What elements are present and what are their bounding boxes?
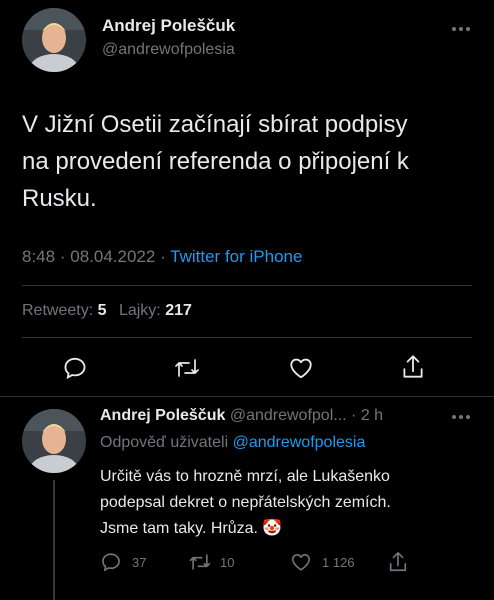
reply-count: 37 <box>132 554 147 570</box>
tweet-text: V Jižní Osetii začínají sbírat podpisy n… <box>22 106 482 217</box>
share-button[interactable] <box>400 353 426 381</box>
replying-to: Odpověď uživateli @andrewofpolesia <box>100 434 365 452</box>
likes-label[interactable]: Lajky: <box>119 302 161 319</box>
clown-emoji: 🤡 <box>262 520 283 537</box>
reply-retweet-button[interactable]: 10 <box>188 551 234 573</box>
tweet-meta: 8:48 · 08.04.2022 · Twitter for iPhone <box>22 247 302 267</box>
author-avatar[interactable] <box>22 8 86 72</box>
reply-text-segment: Jsme tam taky. Hrůza. <box>100 520 258 537</box>
tweet-text-line: na provedení referenda o připojení k <box>22 148 409 175</box>
divider <box>22 285 472 286</box>
reply-text: Určitě vás to hrozně mrzí, ale Lukašenko… <box>100 464 485 542</box>
share-icon <box>389 552 407 572</box>
separator-dot: · <box>351 407 357 424</box>
heart-icon <box>290 358 312 379</box>
likes-count[interactable]: 217 <box>165 302 192 319</box>
reply-time[interactable]: 2 h <box>361 407 383 424</box>
author-name[interactable]: Andrej Poleščuk <box>102 16 235 36</box>
reply-share-button[interactable] <box>387 550 409 574</box>
reply-icon <box>102 553 120 572</box>
tweet-time[interactable]: 8:48 <box>22 247 55 266</box>
reply-author-name[interactable]: Andrej Poleščuk <box>100 407 225 424</box>
more-horizontal-icon[interactable] <box>448 22 474 36</box>
retweets-count[interactable]: 5 <box>98 302 107 319</box>
replying-to-handle[interactable]: @andrewofpolesia <box>233 434 366 451</box>
reply-header: Andrej Poleščuk @andrewofpol... · 2 h <box>100 407 383 425</box>
tweet-text-line: V Jižní Osetii začínají sbírat podpisy <box>22 111 408 138</box>
reply-button[interactable] <box>62 355 88 381</box>
reply-text-line: podepsal dekret o nepřátelských zemích. <box>100 494 391 511</box>
reply-like-button[interactable]: 1 126 <box>290 551 355 573</box>
share-icon <box>403 355 423 378</box>
reply-author-handle[interactable]: @andrewofpol... <box>230 407 347 424</box>
separator-dot: · <box>160 247 166 266</box>
replying-label: Odpověď uživateli <box>100 434 229 451</box>
tweet-text-line: Rusku. <box>22 185 97 212</box>
reply-reply-button[interactable]: 37 <box>100 551 146 573</box>
thread-line <box>53 480 55 600</box>
author-handle[interactable]: @andrewofpolesia <box>102 41 235 59</box>
tweet-date[interactable]: 08.04.2022 <box>70 247 155 266</box>
reply-icon <box>64 357 86 380</box>
heart-icon <box>291 554 311 571</box>
retweet-icon <box>189 554 211 570</box>
like-count: 1 126 <box>322 554 355 570</box>
reply-text-line: Určitě vás to hrozně mrzí, ale Lukašenko <box>100 468 390 485</box>
like-button[interactable] <box>288 355 314 381</box>
reply-text-line: Jsme tam taky. Hrůza. 🤡 <box>100 516 485 542</box>
reply-author-avatar[interactable] <box>22 409 86 473</box>
retweets-label[interactable]: Retweety: <box>22 302 93 319</box>
tweet-source[interactable]: Twitter for iPhone <box>170 247 302 266</box>
retweet-count: 10 <box>220 554 235 570</box>
divider <box>0 396 494 397</box>
more-horizontal-icon[interactable] <box>448 410 474 424</box>
reply-actions: 37 10 1 126 <box>100 551 480 575</box>
divider <box>22 337 472 338</box>
tweet-stats: Retweety: 5 Lajky: 217 <box>22 302 192 320</box>
retweet-icon <box>175 359 199 377</box>
retweet-button[interactable] <box>173 355 201 381</box>
separator-dot: · <box>59 247 66 266</box>
